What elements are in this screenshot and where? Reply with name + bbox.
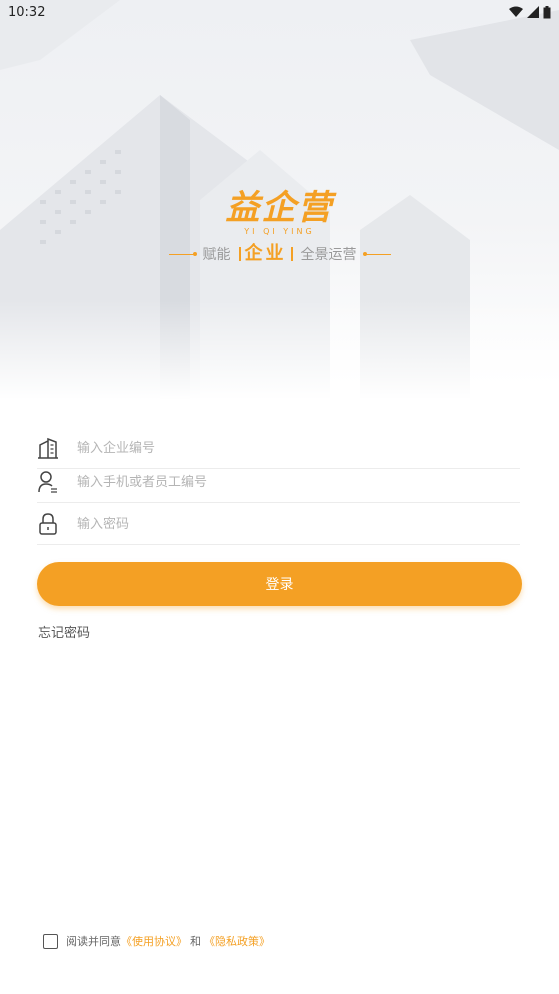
- slogan-right-dash: [362, 251, 391, 256]
- status-icons: [509, 5, 551, 19]
- brand-name: 益企营: [225, 188, 334, 228]
- password-field: [37, 504, 520, 545]
- phone-input[interactable]: [75, 473, 520, 491]
- agreement-checkbox[interactable]: [43, 933, 58, 949]
- lock-icon: [37, 511, 59, 537]
- status-bar: 10:32: [0, 0, 559, 24]
- user-agreement-link[interactable]: 《使用协议》: [121, 933, 187, 949]
- login-button[interactable]: 登录: [37, 562, 522, 606]
- slogan: 赋能 企业 全景运营: [0, 244, 559, 264]
- agreement-prefix: 阅读并同意: [66, 935, 121, 948]
- slogan-highlight: 企业: [238, 245, 293, 263]
- wifi-icon: [509, 6, 523, 17]
- password-input[interactable]: [75, 515, 520, 533]
- slogan-prefix: 赋能: [202, 247, 231, 263]
- slogan-suffix: 全景运营: [300, 247, 357, 263]
- company-id-input[interactable]: [75, 439, 520, 457]
- slogan-left-dash: [168, 251, 197, 256]
- signal-icon: [527, 6, 539, 18]
- agreement-and: 和: [190, 935, 201, 948]
- brand-logo: 益企营 YI QI YING: [0, 180, 559, 236]
- status-time: 10:32: [8, 4, 46, 20]
- phone-field: [37, 462, 520, 503]
- privacy-policy-link[interactable]: 《隐私政策》: [204, 933, 270, 949]
- user-icon: [37, 469, 59, 495]
- brand-pinyin: YI QI YING: [244, 227, 315, 236]
- agreement-row: 阅读并同意 《使用协议》 和 《隐私政策》: [43, 933, 270, 949]
- building-icon: [37, 435, 59, 461]
- forgot-password-link[interactable]: 忘记密码: [38, 622, 90, 641]
- battery-icon: [543, 5, 551, 18]
